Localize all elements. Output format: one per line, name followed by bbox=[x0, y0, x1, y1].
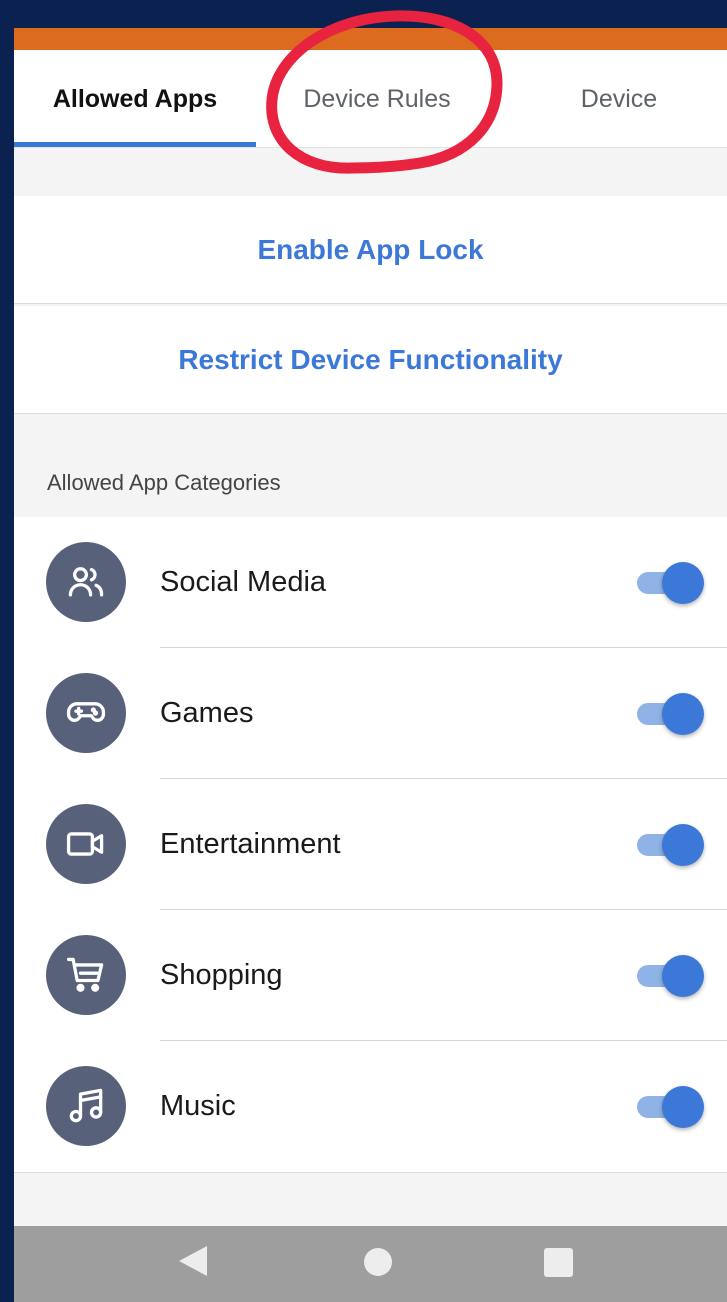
list-item-shopping: Shopping bbox=[14, 910, 727, 1041]
list-item-social-media: Social Media bbox=[14, 517, 727, 648]
tab-allowed-apps[interactable]: Allowed Apps bbox=[14, 50, 256, 148]
enable-app-lock-button[interactable]: Enable App Lock bbox=[14, 196, 727, 304]
android-navigation-bar bbox=[14, 1226, 727, 1302]
restrict-device-functionality-button[interactable]: Restrict Device Functionality bbox=[14, 306, 727, 414]
toggle-thumb bbox=[662, 693, 704, 735]
video-camera-icon bbox=[46, 804, 126, 884]
social-media-toggle[interactable] bbox=[637, 562, 704, 604]
home-icon[interactable] bbox=[364, 1248, 392, 1276]
phone-screen: Allowed Apps Device Rules Device Enable … bbox=[14, 28, 727, 1302]
list-item-entertainment: Entertainment bbox=[14, 779, 727, 910]
list-item-games: Games bbox=[14, 648, 727, 779]
toggle-thumb bbox=[662, 955, 704, 997]
toggle-thumb bbox=[662, 824, 704, 866]
category-label: Music bbox=[160, 1090, 236, 1122]
category-list: Social Media Games Entertainment Shoppin… bbox=[14, 517, 727, 1173]
tab-device[interactable]: Device bbox=[498, 50, 727, 148]
tab-device-rules[interactable]: Device Rules bbox=[256, 50, 498, 148]
shopping-cart-icon bbox=[46, 935, 126, 1015]
entertainment-toggle[interactable] bbox=[637, 824, 704, 866]
users-icon bbox=[46, 542, 126, 622]
active-tab-indicator bbox=[14, 142, 256, 147]
header-bar bbox=[14, 28, 727, 50]
back-icon[interactable] bbox=[179, 1246, 207, 1276]
music-toggle[interactable] bbox=[637, 1086, 704, 1128]
toggle-thumb bbox=[662, 1086, 704, 1128]
gamepad-icon bbox=[46, 673, 126, 753]
music-note-icon bbox=[46, 1066, 126, 1146]
category-label: Social Media bbox=[160, 566, 327, 598]
category-label: Entertainment bbox=[160, 828, 341, 860]
category-label: Shopping bbox=[160, 959, 283, 991]
shopping-toggle[interactable] bbox=[637, 955, 704, 997]
tab-bar: Allowed Apps Device Rules Device bbox=[14, 50, 727, 148]
section-label: Allowed App Categories bbox=[47, 470, 281, 495]
toggle-thumb bbox=[662, 562, 704, 604]
recent-apps-icon[interactable] bbox=[544, 1248, 573, 1277]
list-item-music: Music bbox=[14, 1041, 727, 1172]
games-toggle[interactable] bbox=[637, 693, 704, 735]
category-label: Games bbox=[160, 697, 254, 729]
